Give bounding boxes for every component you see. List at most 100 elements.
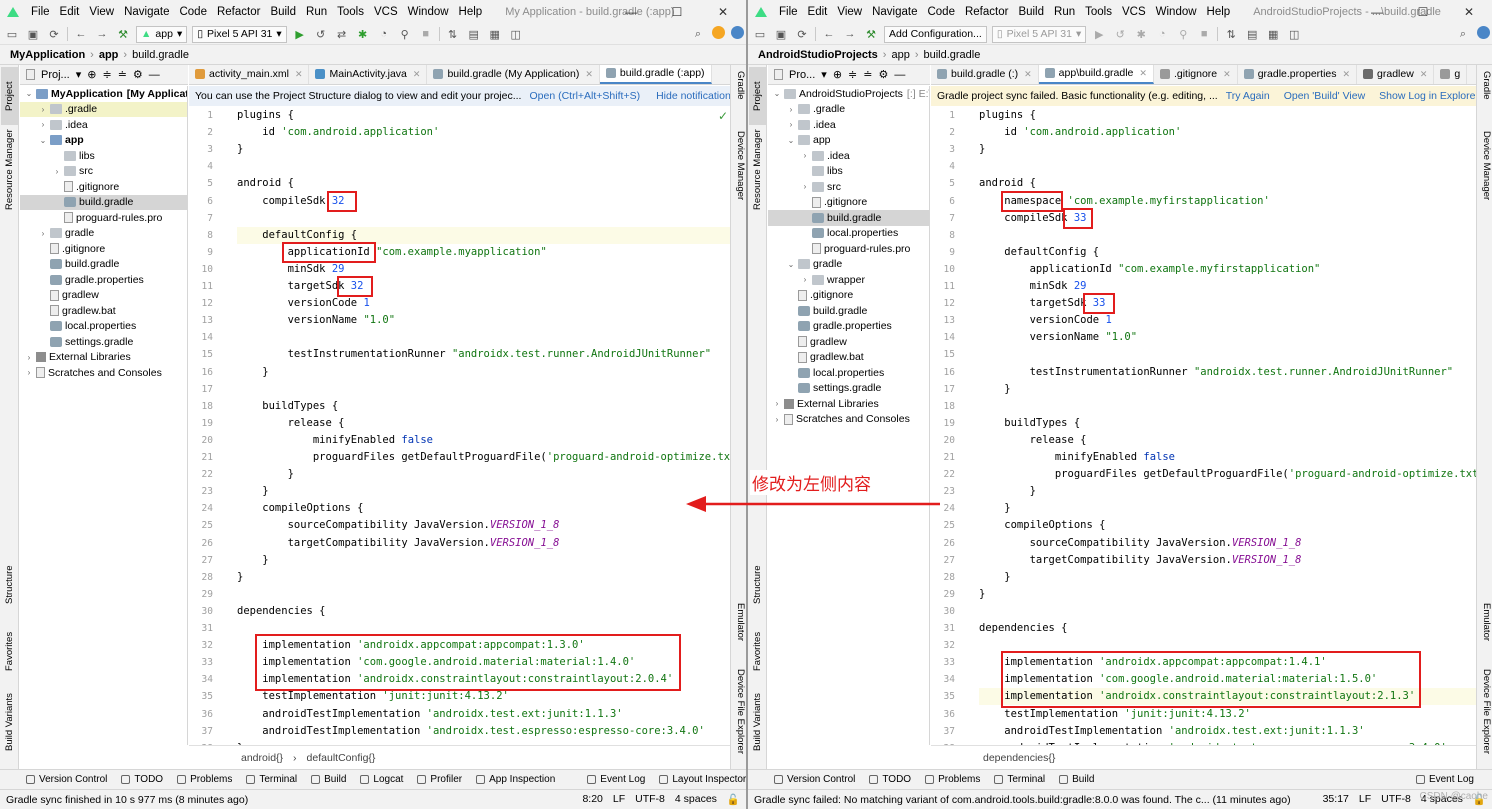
tree-item[interactable]: build.gradle	[768, 303, 929, 319]
chevron-right-icon[interactable]: ›	[772, 415, 782, 424]
tree-item[interactable]: gradlew.bat	[20, 303, 187, 319]
code-line[interactable]: targetCompatibility JavaVersion.VERSION_…	[979, 552, 1476, 569]
code-line[interactable]	[237, 329, 730, 346]
tool-tab-build-variants[interactable]: Build Variants	[749, 691, 766, 753]
code-line[interactable]: }	[979, 586, 1476, 603]
code-line[interactable]	[237, 586, 730, 603]
tree-item[interactable]: build.gradle	[20, 194, 187, 210]
code-line[interactable]: compileSdk 32	[237, 193, 730, 210]
code-line[interactable]: plugins {	[237, 107, 730, 124]
menu-refactor[interactable]: Refactor	[960, 6, 1013, 18]
menu-code[interactable]: Code	[174, 6, 212, 18]
left-menu-items[interactable]: File Edit View Navigate Code Refactor Build Run…	[26, 6, 487, 18]
open-folder-icon[interactable]: ▭	[752, 26, 768, 42]
menu-build[interactable]: Build	[1013, 6, 1049, 18]
profile-icon[interactable]: ◔	[1154, 26, 1170, 42]
code-line[interactable]: namespace 'com.example.myfirstapplicatio…	[979, 193, 1476, 210]
crumb-defaultconfig[interactable]: defaultConfig{}	[307, 752, 376, 764]
tool-tab-resource-manager[interactable]: Resource Manager	[749, 129, 766, 211]
editor-tab[interactable]: build.gradle (:) ✕	[931, 65, 1039, 84]
code-area[interactable]: plugins { id 'com.android.application'} a…	[237, 107, 730, 745]
tree-item[interactable]: › External Libraries	[768, 396, 929, 412]
chevron-right-icon[interactable]: ›	[38, 120, 48, 129]
account-icon[interactable]	[1477, 26, 1490, 39]
code-line[interactable]: proguardFiles getDefaultProguardFile('pr…	[979, 466, 1476, 483]
tool-window-profiler[interactable]: Profiler	[417, 774, 462, 785]
hide-panel-icon[interactable]: —	[894, 69, 905, 81]
code-line[interactable]: }	[237, 466, 730, 483]
breadcrumb-project[interactable]: MyApplication	[10, 49, 85, 61]
chevron-down-icon[interactable]: ⌄	[786, 260, 796, 269]
tool-tab-gradle[interactable]: Gradle	[1478, 71, 1492, 100]
code-line[interactable]: }	[237, 141, 730, 158]
open-project-structure-link[interactable]: Open (Ctrl+Alt+Shift+S)	[529, 90, 640, 102]
tree-item[interactable]: › .idea	[768, 117, 929, 133]
tool-window-version-control[interactable]: Version Control	[774, 774, 855, 785]
tree-item[interactable]: › Scratches and Consoles	[768, 412, 929, 428]
maximize-icon[interactable]: ☐	[1400, 0, 1446, 24]
code-line[interactable]: }	[237, 569, 730, 586]
hide-notification-link[interactable]: Hide notification	[656, 90, 730, 102]
tool-window-terminal[interactable]: Terminal	[994, 774, 1045, 785]
editor-tab[interactable]: g	[1434, 65, 1468, 84]
maximize-icon[interactable]: ☐	[654, 0, 700, 24]
tool-tab-device-manager[interactable]: Device Manager	[1478, 131, 1492, 200]
tree-item[interactable]: local.properties	[768, 365, 929, 381]
code-line[interactable]: minSdk 29	[979, 278, 1476, 295]
tool-tab-project[interactable]: Project	[1, 67, 18, 125]
chevron-right-icon[interactable]: ›	[800, 182, 810, 191]
locate-icon[interactable]: ⊕	[87, 68, 96, 81]
tree-item[interactable]: .gitignore	[20, 241, 187, 257]
tree-item[interactable]: .gitignore	[768, 288, 929, 304]
search-icon[interactable]: ⌕	[1455, 26, 1471, 42]
tree-item[interactable]: libs	[768, 164, 929, 180]
menu-vcs[interactable]: VCS	[369, 6, 403, 18]
close-tab-icon[interactable]: ✕	[1343, 69, 1351, 80]
code-line[interactable]	[237, 210, 730, 227]
tool-window-event-log[interactable]: Event Log	[587, 774, 645, 785]
code-line[interactable]: }	[979, 483, 1476, 500]
locate-icon[interactable]: ⊕	[833, 68, 842, 81]
menu-tools[interactable]: Tools	[332, 6, 369, 18]
code-line[interactable]: }	[979, 381, 1476, 398]
code-line[interactable]: plugins {	[979, 107, 1476, 124]
forward-icon[interactable]: →	[842, 26, 858, 42]
tree-item[interactable]: ⌄ gradle	[768, 257, 929, 273]
indent-setting[interactable]: 4 spaces	[675, 793, 717, 806]
code-line[interactable]: }	[237, 552, 730, 569]
add-configuration-combo[interactable]: Add Configuration...	[884, 25, 987, 43]
project-view-selector[interactable]: Pro...	[789, 69, 815, 81]
chevron-down-icon[interactable]: ▾	[76, 68, 82, 81]
back-icon[interactable]: ←	[821, 26, 837, 42]
tool-window-layout-inspector[interactable]: Layout Inspector	[659, 774, 746, 785]
menu-navigate[interactable]: Navigate	[119, 6, 174, 18]
code-line[interactable]: compileSdk 33	[979, 210, 1476, 227]
forward-icon[interactable]: →	[94, 26, 110, 42]
editor-tab[interactable]: build.gradle (My Application) ✕	[427, 65, 600, 84]
code-line[interactable]: implementation 'com.google.android.mater…	[979, 671, 1476, 688]
menu-window[interactable]: Window	[403, 6, 454, 18]
close-tab-icon[interactable]: ✕	[1223, 69, 1231, 80]
tool-tab-emulator[interactable]: Emulator	[732, 603, 746, 641]
tool-tab-device-file-explorer[interactable]: Device File Explorer	[732, 669, 746, 754]
save-icon[interactable]: ▣	[773, 26, 789, 42]
menu-help[interactable]: Help	[454, 6, 488, 18]
code-line[interactable]: release {	[237, 415, 730, 432]
menu-navigate[interactable]: Navigate	[867, 6, 922, 18]
tree-item[interactable]: .gitignore	[768, 195, 929, 211]
tool-tab-resource-manager[interactable]: Resource Manager	[1, 129, 18, 211]
tree-item[interactable]: local.properties	[20, 319, 187, 335]
menu-vcs[interactable]: VCS	[1117, 6, 1151, 18]
tool-tab-device-manager[interactable]: Device Manager	[732, 131, 746, 200]
crumb-android[interactable]: android{}	[241, 752, 283, 764]
code-line[interactable]: defaultConfig {	[237, 226, 730, 244]
minimize-icon[interactable]: —	[608, 0, 654, 24]
layout-inspector-icon[interactable]: ◫	[508, 26, 524, 42]
chevron-down-icon[interactable]: ⌄	[24, 89, 34, 98]
code-line[interactable]: dependencies {	[979, 620, 1476, 637]
close-icon[interactable]: ✕	[700, 0, 746, 24]
tool-window-terminal[interactable]: Terminal	[246, 774, 297, 785]
menu-edit[interactable]: Edit	[803, 6, 833, 18]
tool-window-problems[interactable]: Problems	[925, 774, 980, 785]
breadcrumb-module[interactable]: app	[99, 49, 119, 61]
